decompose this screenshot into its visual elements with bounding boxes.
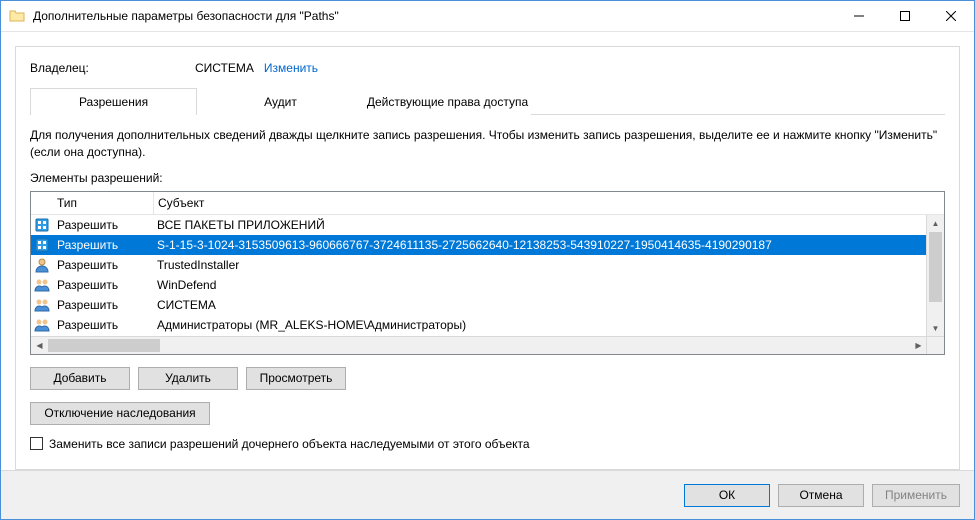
- table-row[interactable]: РазрешитьСИСТЕМА: [31, 295, 927, 315]
- tab-strip: Разрешения Аудит Действующие права досту…: [30, 87, 945, 115]
- disable-inherit-button[interactable]: Отключение наследования: [30, 402, 210, 425]
- col-type[interactable]: Тип: [53, 192, 154, 214]
- window-title: Дополнительные параметры безопасности дл…: [33, 9, 836, 23]
- scroll-left-icon[interactable]: ◀: [31, 337, 48, 354]
- tab-audit[interactable]: Аудит: [197, 88, 364, 115]
- cell-type: Разрешить: [53, 238, 153, 252]
- scroll-up-icon[interactable]: ▲: [927, 215, 944, 232]
- security-dialog: Дополнительные параметры безопасности дл…: [0, 0, 975, 520]
- tab-permissions[interactable]: Разрешения: [30, 88, 197, 115]
- permission-list[interactable]: Тип Субъект РазрешитьВСЕ ПАКЕТЫ ПРИЛОЖЕН…: [30, 191, 945, 355]
- view-button[interactable]: Просмотреть: [246, 367, 346, 390]
- dialog-footer: ОК Отмена Применить: [1, 470, 974, 519]
- cell-type: Разрешить: [53, 258, 153, 272]
- scroll-right-icon[interactable]: ▶: [910, 337, 927, 354]
- table-row[interactable]: РазрешитьАдминистраторы (MR_ALEKS-HOME\А…: [31, 315, 927, 335]
- action-buttons: Добавить Удалить Просмотреть: [30, 367, 945, 390]
- tab-effective[interactable]: Действующие права доступа: [364, 88, 531, 115]
- principal-icon: [31, 257, 53, 273]
- scroll-down-icon[interactable]: ▼: [927, 320, 944, 337]
- ok-button[interactable]: ОК: [684, 484, 770, 507]
- cell-type: Разрешить: [53, 318, 153, 332]
- vertical-scrollbar[interactable]: ▲ ▼: [926, 215, 944, 337]
- table-row[interactable]: РазрешитьTrustedInstaller: [31, 255, 927, 275]
- maximize-button[interactable]: [882, 1, 928, 31]
- principal-icon: [31, 277, 53, 293]
- replace-children-checkbox[interactable]: [30, 437, 43, 450]
- cell-type: Разрешить: [53, 218, 153, 232]
- replace-children-row: Заменить все записи разрешений дочернего…: [30, 437, 945, 451]
- scroll-corner: [926, 336, 944, 354]
- list-header: Тип Субъект: [31, 192, 944, 215]
- table-row[interactable]: РазрешитьWinDefend: [31, 275, 927, 295]
- titlebar[interactable]: Дополнительные параметры безопасности дл…: [1, 1, 974, 32]
- cell-subject: СИСТЕМА: [153, 298, 927, 312]
- owner-value: СИСТЕМА: [195, 61, 254, 75]
- horizontal-scrollbar[interactable]: ◀ ▶: [31, 336, 927, 354]
- owner-label: Владелец:: [30, 61, 195, 75]
- hscroll-thumb[interactable]: [48, 339, 160, 352]
- cell-subject: S-1-15-3-1024-3153509613-960666767-37246…: [153, 238, 927, 252]
- principal-icon: [31, 217, 53, 233]
- main-panel: Владелец: СИСТЕМА Изменить Разрешения Ау…: [15, 46, 960, 470]
- cell-subject: Администраторы (MR_ALEKS-HOME\Администра…: [153, 318, 927, 332]
- add-button[interactable]: Добавить: [30, 367, 130, 390]
- apply-button: Применить: [872, 484, 960, 507]
- vscroll-thumb[interactable]: [929, 232, 942, 302]
- col-subject[interactable]: Субъект: [154, 192, 944, 214]
- replace-children-label: Заменить все записи разрешений дочернего…: [49, 437, 530, 451]
- cancel-button[interactable]: Отмена: [778, 484, 864, 507]
- principal-icon: [31, 317, 53, 333]
- minimize-button[interactable]: [836, 1, 882, 31]
- content-area: Владелец: СИСТЕМА Изменить Разрешения Ау…: [1, 32, 974, 470]
- cell-subject: WinDefend: [153, 278, 927, 292]
- cell-subject: TrustedInstaller: [153, 258, 927, 272]
- elements-label: Элементы разрешений:: [30, 171, 945, 185]
- table-row[interactable]: РазрешитьS-1-15-3-1024-3153509613-960666…: [31, 235, 927, 255]
- cell-subject: ВСЕ ПАКЕТЫ ПРИЛОЖЕНИЙ: [153, 218, 927, 232]
- change-owner-link[interactable]: Изменить: [264, 61, 318, 75]
- cell-type: Разрешить: [53, 298, 153, 312]
- hint-text: Для получения дополнительных сведений дв…: [30, 127, 945, 161]
- list-body: РазрешитьВСЕ ПАКЕТЫ ПРИЛОЖЕНИЙРазрешитьS…: [31, 215, 944, 354]
- remove-button[interactable]: Удалить: [138, 367, 238, 390]
- table-row[interactable]: РазрешитьВСЕ ПАКЕТЫ ПРИЛОЖЕНИЙ: [31, 215, 927, 235]
- owner-row: Владелец: СИСТЕМА Изменить: [30, 61, 945, 75]
- principal-icon: [31, 297, 53, 313]
- folder-icon: [9, 8, 25, 24]
- principal-icon: [31, 237, 53, 253]
- inherit-row: Отключение наследования: [30, 402, 945, 425]
- cell-type: Разрешить: [53, 278, 153, 292]
- close-button[interactable]: [928, 1, 974, 31]
